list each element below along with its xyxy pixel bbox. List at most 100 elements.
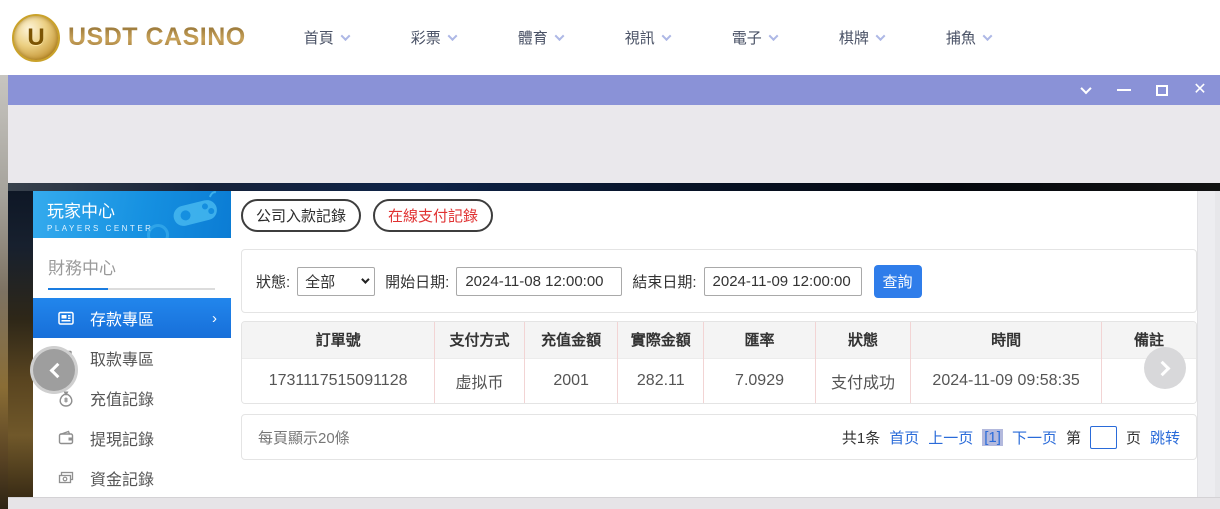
column-header-order-no: 訂單號 xyxy=(242,322,435,358)
chevron-down-icon xyxy=(554,31,564,41)
status-select-value: 全部 xyxy=(305,271,335,292)
chevron-down-icon xyxy=(982,31,992,41)
background-photo-strip xyxy=(8,191,33,497)
chevron-down-icon xyxy=(1080,83,1091,94)
nav-item-label: 體育 xyxy=(518,27,548,48)
nav-item-lottery[interactable]: 彩票 xyxy=(411,27,456,48)
column-header-time: 時間 xyxy=(911,322,1102,358)
column-header-actual-amount: 實際金額 xyxy=(618,322,704,358)
dark-banner-band xyxy=(8,183,1220,191)
nav-item-live-video[interactable]: 視訊 xyxy=(625,27,670,48)
chevron-right-icon xyxy=(1154,360,1170,376)
link-jump[interactable]: 跳转 xyxy=(1150,427,1180,448)
filter-bar: 狀態: 全部 開始日期: 結束日期: 查詢 xyxy=(241,249,1197,313)
nav-item-label: 彩票 xyxy=(411,27,441,48)
minimize-icon xyxy=(1117,89,1131,91)
main-panel: 公司入款記錄 在線支付記錄 狀態: 全部 開始日期: 結束日期: 查詢 xyxy=(231,191,1197,497)
sidebar-item-label: 提現記錄 xyxy=(90,426,154,450)
table-header-row: 訂單號 支付方式 充值金額 實際金額 匯率 狀態 時間 備註 xyxy=(242,322,1196,358)
cell-rate: 7.0929 xyxy=(704,358,816,403)
sidebar-item-label: 充值記錄 xyxy=(90,386,154,410)
sidebar-item-label: 取款專區 xyxy=(90,346,154,370)
finance-section-title: 財務中心 xyxy=(48,254,215,279)
main-menu: 首頁 彩票 體育 視訊 電子 棋牌 xyxy=(304,27,991,48)
end-date-input[interactable] xyxy=(704,267,862,296)
sidebar: 玩家中心 PLAYERS CENTER 財務中心 xyxy=(33,191,231,497)
jump-page-input[interactable] xyxy=(1090,426,1117,449)
cell-actual-amount: 282.11 xyxy=(618,358,704,403)
jump-label-prefix: 第 xyxy=(1066,427,1081,448)
link-next-page[interactable]: 下一页 xyxy=(1012,427,1057,448)
maximize-button[interactable] xyxy=(1154,82,1170,98)
current-page: [1] xyxy=(982,429,1003,446)
cell-order-no: 1731117515091128 xyxy=(242,358,435,403)
tab-company-deposit-records[interactable]: 公司入款記錄 xyxy=(241,199,361,232)
finance-section: 財務中心 xyxy=(33,238,231,290)
column-header-rate: 匯率 xyxy=(704,322,816,358)
window-body-blank xyxy=(8,105,1220,183)
nav-item-sports[interactable]: 體育 xyxy=(518,27,563,48)
nav-item-chess[interactable]: 棋牌 xyxy=(839,27,884,48)
chevron-right-icon: › xyxy=(212,310,217,327)
column-header-status: 狀態 xyxy=(815,322,910,358)
carousel-prev-button[interactable] xyxy=(33,349,75,391)
chevron-down-icon xyxy=(361,275,369,283)
sidebar-item-deposit[interactable]: 存款專區 › xyxy=(33,298,231,338)
record-tabs: 公司入款記錄 在線支付記錄 xyxy=(241,199,1197,232)
start-date-label: 開始日期: xyxy=(385,271,449,292)
nav-item-home[interactable]: 首頁 xyxy=(304,27,349,48)
wallet-icon xyxy=(57,429,75,447)
sidebar-item-withdrawal-records[interactable]: 提現記錄 xyxy=(33,418,231,458)
minimize-button[interactable] xyxy=(1116,82,1132,98)
cell-time: 2024-11-09 09:58:35 xyxy=(911,358,1102,403)
sidebar-item-label: 資金記錄 xyxy=(90,466,154,490)
table-row: 1731117515091128 虚拟币 2001 282.11 7.0929 … xyxy=(242,358,1196,403)
nav-item-label: 視訊 xyxy=(625,27,655,48)
close-icon: ✕ xyxy=(1193,82,1206,98)
nav-item-fishing[interactable]: 捕魚 xyxy=(946,27,991,48)
link-first-page[interactable]: 首页 xyxy=(889,427,919,448)
chevron-left-icon xyxy=(49,362,65,378)
search-button[interactable]: 查詢 xyxy=(874,265,922,298)
nav-item-label: 首頁 xyxy=(304,27,334,48)
total-count: 共1条 xyxy=(842,427,880,448)
chevron-down-icon xyxy=(340,31,350,41)
cell-pay-method: 虚拟币 xyxy=(435,358,525,403)
records-table: 訂單號 支付方式 充值金額 實際金額 匯率 狀態 時間 備註 xyxy=(242,322,1196,403)
status-label: 狀態: xyxy=(256,271,290,292)
window-dropdown-button[interactable] xyxy=(1078,82,1094,98)
logo-text: USDT CASINO xyxy=(68,23,246,52)
nav-item-label: 棋牌 xyxy=(839,27,869,48)
chevron-down-icon xyxy=(661,31,671,41)
deposit-card-icon xyxy=(57,309,75,327)
nav-item-label: 捕魚 xyxy=(946,27,976,48)
nav-item-slots[interactable]: 電子 xyxy=(732,27,777,48)
close-button[interactable]: ✕ xyxy=(1192,82,1208,98)
sidebar-item-funds-records[interactable]: 資金記錄 xyxy=(33,458,231,498)
carousel-next-button[interactable] xyxy=(1144,347,1186,389)
start-date-input[interactable] xyxy=(456,267,622,296)
sidebar-item-label: 存款專區 xyxy=(90,306,154,330)
column-header-pay-method: 支付方式 xyxy=(435,322,525,358)
status-select[interactable]: 全部 xyxy=(297,267,375,296)
cell-status: 支付成功 xyxy=(815,358,910,403)
logo[interactable]: U USDT CASINO xyxy=(12,14,246,62)
chevron-down-icon xyxy=(875,31,885,41)
players-center-banner: 玩家中心 PLAYERS CENTER xyxy=(33,191,231,238)
link-prev-page[interactable]: 上一页 xyxy=(928,427,973,448)
bills-icon xyxy=(57,469,75,487)
background-photo-edge xyxy=(0,75,8,509)
tab-online-payment-records[interactable]: 在線支付記錄 xyxy=(373,199,493,232)
moneybag-icon xyxy=(57,389,75,407)
page: U USDT CASINO 首頁 彩票 體育 視訊 電子 xyxy=(0,0,1220,509)
maximize-icon xyxy=(1156,85,1168,96)
footer-strip xyxy=(8,497,1220,509)
end-date-label: 結束日期: xyxy=(632,271,696,292)
section-underline xyxy=(48,288,215,290)
records-table-container: 訂單號 支付方式 充值金額 實際金額 匯率 狀態 時間 備註 xyxy=(241,321,1197,404)
sidebar-menu: 存款專區 › 取款專區 xyxy=(33,298,231,498)
content-area: 玩家中心 PLAYERS CENTER 財務中心 xyxy=(8,191,1220,497)
logo-icon: U xyxy=(12,14,60,62)
top-nav: U USDT CASINO 首頁 彩票 體育 視訊 電子 xyxy=(0,0,1220,75)
scrollbar-area[interactable] xyxy=(1197,191,1220,497)
